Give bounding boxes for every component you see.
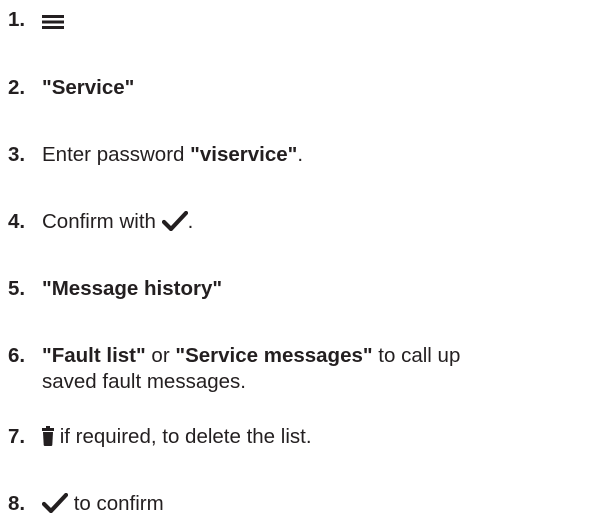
step-content: if required, to delete the list. [42, 424, 600, 450]
step-content: "Message history" [42, 276, 600, 302]
service-menu-label: "Service" [42, 76, 135, 99]
step-line-1: "Fault list" or "Service messages" to ca… [42, 343, 600, 369]
step-number: 5. [8, 277, 26, 300]
step-content: "Fault list" or "Service messages" to ca… [42, 343, 600, 395]
step-text: Confirm with [42, 210, 162, 233]
fault-list-label: "Fault list" [42, 344, 146, 367]
step-text: if required, to delete the list. [54, 425, 312, 448]
message-history-label: "Message history" [42, 277, 223, 300]
password-value: "viservice" [190, 143, 298, 166]
step-suffix: . [297, 143, 304, 166]
instruction-steps: 1. 2. "Service" 3. Enter password "viser… [0, 0, 600, 514]
step-content: Enter password "viservice". [42, 142, 600, 168]
checkmark-icon [42, 493, 68, 514]
checkmark-icon [161, 211, 188, 232]
step-content: Confirm with . [42, 209, 600, 235]
step-text: to confirm [68, 492, 164, 514]
step-content: to confirm [42, 491, 600, 514]
step-number: 3. [8, 143, 26, 166]
step-line-1-suffix: to call up [372, 344, 461, 367]
step-content: "Service" [42, 75, 600, 101]
step-number: 8. [8, 492, 26, 514]
step-number: 2. [8, 76, 26, 99]
menu-icon [42, 14, 64, 29]
service-messages-label: "Service messages" [175, 344, 373, 367]
step-text: Enter password [42, 143, 191, 166]
step-line-2: saved fault messages. [42, 370, 246, 393]
or-text: or [145, 344, 176, 367]
step-number: 7. [8, 425, 26, 448]
step-suffix: . [187, 210, 194, 233]
trash-icon [42, 426, 54, 447]
step-number: 4. [8, 210, 26, 233]
step-content [42, 7, 600, 33]
step-number: 1. [8, 8, 26, 31]
step-number: 6. [8, 344, 26, 367]
